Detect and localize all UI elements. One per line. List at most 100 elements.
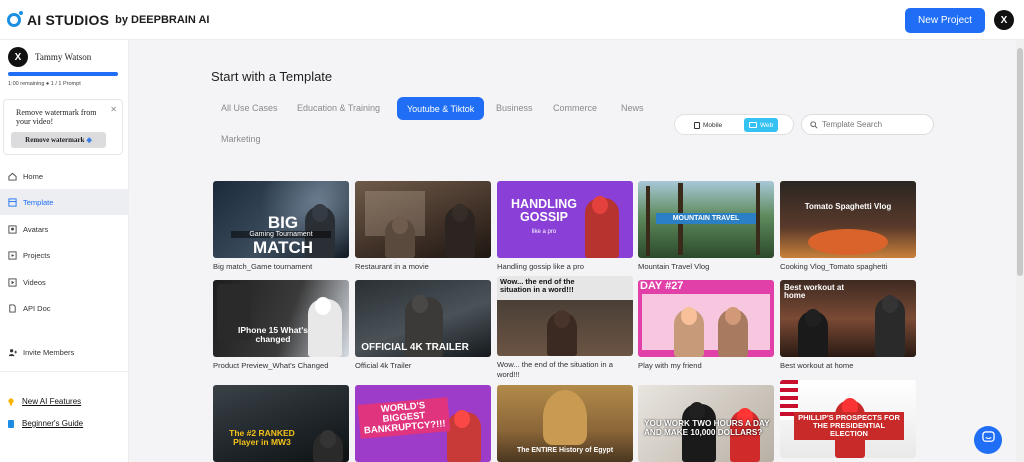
home-icon bbox=[8, 172, 17, 181]
sidebar-item-api-doc[interactable]: API Doc bbox=[0, 295, 129, 321]
template-search[interactable] bbox=[801, 114, 934, 135]
template-card[interactable]: OFFICIAL 4K TRAILER Official 4k Trailer bbox=[355, 280, 491, 371]
tab-marketing[interactable]: Marketing bbox=[221, 129, 261, 149]
logo-icon bbox=[7, 11, 23, 27]
template-caption: Cooking Vlog_Tomato spaghetti bbox=[780, 262, 888, 271]
template-caption: Play with my friend bbox=[638, 361, 702, 370]
sidebar-item-label: API Doc bbox=[23, 303, 51, 313]
sidebar-item-template[interactable]: Template bbox=[0, 189, 129, 215]
template-thumbnail[interactable]: Wow... the end of the situation in a wor… bbox=[497, 276, 633, 356]
scrollbar-thumb[interactable] bbox=[1017, 48, 1023, 276]
template-thumbnail[interactable]: MOUNTAIN TRAVEL bbox=[638, 181, 774, 258]
sidebar-item-label: Videos bbox=[23, 277, 46, 287]
template-card[interactable]: YOU WORK TWO HOURS A DAY AND MAKE 10,000… bbox=[638, 385, 774, 462]
sidebar-item-videos[interactable]: Videos bbox=[0, 269, 129, 295]
template-thumbnail[interactable]: The ENTIRE History of Egypt bbox=[497, 385, 633, 462]
chat-button[interactable] bbox=[974, 426, 1002, 454]
user-avatar: X bbox=[8, 47, 28, 67]
template-card[interactable]: MOUNTAIN TRAVEL Mountain Travel Vlog bbox=[638, 181, 774, 272]
video-icon bbox=[8, 277, 17, 287]
add-user-icon bbox=[8, 348, 17, 357]
quota-progress-bar bbox=[8, 72, 118, 76]
template-thumbnail[interactable]: IPhone 15 What's changed bbox=[213, 280, 349, 357]
thumbnail-title: The ENTIRE History of Egypt bbox=[516, 447, 614, 454]
template-thumbnail[interactable]: Tomato Spaghetti Vlog bbox=[780, 181, 916, 258]
tab-business[interactable]: Business bbox=[496, 98, 533, 118]
web-toggle[interactable]: Web bbox=[744, 118, 779, 132]
remove-watermark-button[interactable]: Remove watermark ◆ bbox=[11, 132, 106, 148]
mobile-toggle[interactable]: Mobile bbox=[689, 118, 727, 132]
template-card[interactable]: Tomato Spaghetti Vlog Cooking Vlog_Tomat… bbox=[780, 181, 916, 272]
template-card[interactable]: PHILLIP'S PROSPECTS FOR THE PRESIDENTIAL… bbox=[780, 380, 916, 458]
template-card[interactable]: BIG Gaming Tournament MATCH Big match_Ga… bbox=[213, 181, 349, 272]
tab-youtube-tiktok[interactable]: Youtube & Tiktok bbox=[397, 97, 485, 120]
search-icon bbox=[810, 116, 818, 134]
template-card[interactable]: The #2 RANKED Player in MW3 bbox=[213, 385, 349, 462]
thumbnail-title: MOUNTAIN TRAVEL bbox=[656, 213, 756, 225]
tab-commerce[interactable]: Commerce bbox=[553, 98, 597, 118]
monitor-icon bbox=[749, 122, 757, 128]
doc-icon bbox=[8, 303, 17, 313]
new-project-button[interactable]: New Project bbox=[905, 8, 985, 33]
template-caption: Official 4k Trailer bbox=[355, 361, 412, 370]
sidebar-item-label: Template bbox=[23, 197, 54, 207]
template-card[interactable]: The ENTIRE History of Egypt bbox=[497, 385, 633, 462]
link-label: New AI Features bbox=[22, 397, 82, 406]
page-title: Start with a Template bbox=[211, 69, 333, 84]
thumbnail-title: PHILLIP'S PROSPECTS FOR THE PRESIDENTIAL… bbox=[794, 412, 904, 440]
template-thumbnail[interactable]: OFFICIAL 4K TRAILER bbox=[355, 280, 491, 357]
template-thumbnail[interactable] bbox=[355, 181, 491, 258]
sidebar-item-home[interactable]: Home bbox=[0, 163, 129, 189]
sidebar-item-projects[interactable]: Projects bbox=[0, 242, 129, 268]
new-ai-features-link[interactable]: New AI Features bbox=[8, 397, 81, 406]
thumbnail-title: OFFICIAL 4K TRAILER bbox=[361, 342, 469, 353]
thumbnail-title: WORLD'S BIGGEST BANKRUPTCY?!!! bbox=[357, 397, 451, 439]
mobile-label: Mobile bbox=[703, 121, 723, 129]
template-thumbnail[interactable]: YOU WORK TWO HOURS A DAY AND MAKE 10,000… bbox=[638, 385, 774, 462]
avatar[interactable]: X bbox=[994, 10, 1014, 30]
template-card[interactable]: WORLD'S BIGGEST BANKRUPTCY?!!! bbox=[355, 385, 491, 462]
template-thumbnail[interactable]: Best workout at home bbox=[780, 280, 916, 357]
diamond-icon: ◆ bbox=[86, 136, 92, 144]
thumbnail-title: YOU WORK TWO HOURS A DAY AND MAKE 10,000… bbox=[644, 419, 770, 437]
tab-news[interactable]: News bbox=[621, 98, 644, 118]
avatar-icon bbox=[8, 224, 17, 234]
sidebar-item-avatars[interactable]: Avatars bbox=[0, 216, 129, 242]
template-card[interactable]: DAY #27 Play with my friend bbox=[638, 280, 774, 371]
user-profile[interactable]: X Tammy Watson bbox=[8, 47, 91, 67]
thumbnail-title: IPhone 15 What's changed bbox=[237, 325, 309, 344]
view-toggle: Mobile Web bbox=[674, 114, 794, 135]
template-card[interactable]: HANDLING GOSSIP like a pro Handling gossi… bbox=[497, 181, 633, 272]
thumbnail-title: Wow... the end of the situation in a wor… bbox=[500, 277, 575, 294]
template-caption: Mountain Travel Vlog bbox=[638, 262, 710, 271]
chat-icon bbox=[981, 431, 995, 449]
template-icon bbox=[8, 197, 17, 207]
logo[interactable]: AI STUDIOS by DEEPBRAIN AI bbox=[7, 11, 210, 28]
template-caption: Big match_Game tournament bbox=[213, 262, 313, 271]
logo-subtitle: by DEEPBRAIN AI bbox=[115, 14, 210, 26]
tab-all-use-cases[interactable]: All Use Cases bbox=[221, 98, 278, 118]
thumbnail-title: The #2 RANKED Player in MW3 bbox=[229, 428, 295, 447]
template-card[interactable]: Best workout at home Best workout at hom… bbox=[780, 280, 916, 371]
projects-icon bbox=[8, 250, 17, 260]
template-thumbnail[interactable]: PHILLIP'S PROSPECTS FOR THE PRESIDENTIAL… bbox=[780, 380, 916, 458]
thumbnail-title: HANDLING GOSSIP bbox=[511, 197, 577, 225]
template-card[interactable]: Restaurant in a movie bbox=[355, 181, 491, 272]
beginners-guide-link[interactable]: Beginner's Guide bbox=[8, 419, 83, 428]
template-thumbnail[interactable]: The #2 RANKED Player in MW3 bbox=[213, 385, 349, 462]
watermark-message: Remove watermark from your video! bbox=[16, 108, 97, 126]
invite-members-button[interactable]: Invite Members bbox=[0, 339, 129, 365]
template-card[interactable]: IPhone 15 What's changed Product Preview… bbox=[213, 280, 349, 371]
sidebar: X Tammy Watson 1:00 remaining ● 1 / 1 Pr… bbox=[0, 40, 129, 462]
close-icon[interactable]: ✕ bbox=[110, 105, 117, 114]
template-card[interactable]: Wow... the end of the situation in a wor… bbox=[497, 276, 633, 380]
template-thumbnail[interactable]: HANDLING GOSSIP like a pro bbox=[497, 181, 633, 258]
thumbnail-title: BIG bbox=[267, 213, 299, 232]
template-thumbnail[interactable]: DAY #27 bbox=[638, 280, 774, 357]
search-input[interactable] bbox=[822, 120, 932, 129]
tab-education-training[interactable]: Education & Training bbox=[297, 98, 380, 118]
template-thumbnail[interactable]: WORLD'S BIGGEST BANKRUPTCY?!!! bbox=[355, 385, 491, 462]
template-thumbnail[interactable]: BIG Gaming Tournament MATCH bbox=[213, 181, 349, 258]
sidebar-item-label: Projects bbox=[23, 250, 51, 260]
thumbnail-title: Best workout at home bbox=[784, 283, 845, 301]
